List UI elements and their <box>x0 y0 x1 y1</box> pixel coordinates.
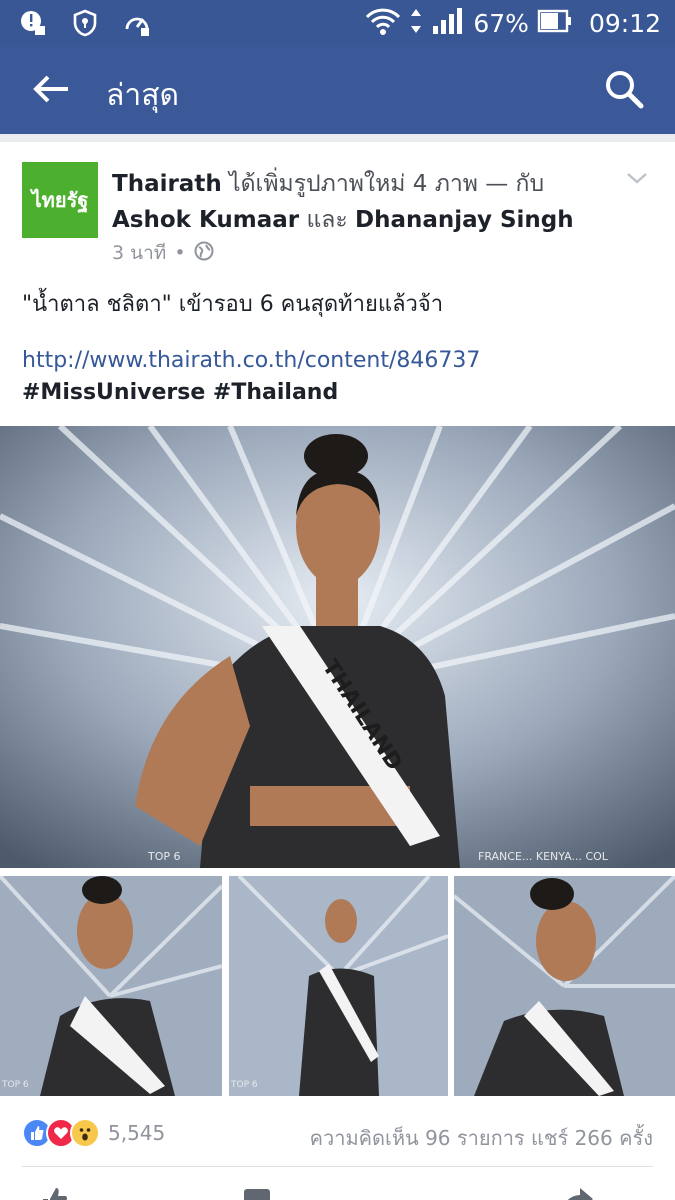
thumbnail-photo-3[interactable] <box>454 876 675 1096</box>
arrow-left-icon <box>32 74 70 108</box>
conjunction-text: และ <box>306 207 348 233</box>
status-bar: 67% 09:12 <box>0 0 675 46</box>
battery-percent: 67% <box>473 8 529 38</box>
post-hashtags[interactable]: #MissUniverse #Thailand <box>22 380 338 405</box>
search-button[interactable] <box>601 68 647 114</box>
battery-icon <box>537 8 573 38</box>
post-header-line2: Ashok Kumaar และ Dhananjay Singh <box>112 202 574 238</box>
comments-shares-stats[interactable]: ความคิดเห็น 96 รายการ แชร์ 266 ครั้ง <box>310 1122 653 1154</box>
chevron-down-icon <box>625 173 649 194</box>
alert-notification-icon <box>18 8 48 38</box>
thumbnail-caption-1: TOP 6 <box>2 1080 29 1090</box>
like-button[interactable] <box>40 1186 70 1200</box>
app-bar: ล่าสุด <box>0 46 675 134</box>
thumbs-up-icon <box>40 1186 70 1200</box>
page-avatar[interactable]: ไทยรัฐ <box>22 162 98 238</box>
post-options-button[interactable] <box>625 166 649 190</box>
comment-icon <box>242 1186 272 1200</box>
post-action-row <box>0 1176 675 1200</box>
page-name-link[interactable]: Thairath <box>112 171 222 197</box>
search-icon <box>604 69 644 113</box>
post-card: ไทยรัฐ Thairath ได้เพิ่มรูปภาพใหม่ 4 ภาพ… <box>0 142 675 1200</box>
reactions-summary[interactable]: 5,545 <box>22 1118 165 1148</box>
wow-reaction-icon <box>70 1118 100 1148</box>
page-title: ล่าสุด <box>106 78 180 113</box>
share-arrow-icon <box>560 1186 594 1200</box>
signal-icon <box>431 6 465 40</box>
post-header-line1: Thairath ได้เพิ่มรูปภาพใหม่ 4 ภาพ — กับ <box>112 166 544 202</box>
wifi-icon <box>365 6 401 40</box>
globe-icon <box>194 241 214 266</box>
post-body-text: "น้ำตาล ชลิตา" เข้ารอบ 6 คนสุดท้ายแล้วจ้… <box>22 292 444 317</box>
thumbnail-caption-2: TOP 6 <box>231 1080 258 1090</box>
shield-icon <box>70 8 100 38</box>
share-button[interactable] <box>560 1186 594 1200</box>
post-timestamp[interactable]: 3 นาที <box>112 238 166 268</box>
back-button[interactable] <box>28 68 74 114</box>
post-link[interactable]: http://www.thairath.co.th/content/846737 <box>22 348 480 373</box>
speed-gauge-icon <box>122 8 152 38</box>
divider <box>22 1166 653 1167</box>
clock-time: 09:12 <box>588 8 661 38</box>
avatar-logo-text: ไทยรัฐ <box>31 188 89 212</box>
thumbnail-photo-1[interactable]: TOP 6 <box>0 876 222 1096</box>
tagged-person-2[interactable]: Dhananjay Singh <box>355 207 574 233</box>
header-action-text: ได้เพิ่มรูปภาพใหม่ 4 ภาพ — กับ <box>229 171 545 197</box>
data-arrows-icon <box>409 6 423 40</box>
post-meta: 3 นาที • <box>112 238 214 268</box>
tagged-person-1[interactable]: Ashok Kumaar <box>112 207 299 233</box>
comment-button[interactable] <box>242 1186 272 1200</box>
meta-separator: • <box>174 242 186 264</box>
main-photo[interactable]: THAILAND TOP 6 FRANCE... KENYA... COL <box>0 426 675 868</box>
reaction-count: 5,545 <box>108 1121 166 1145</box>
photo-caption-right: FRANCE... KENYA... COL <box>478 850 608 863</box>
thumbnail-photo-2[interactable]: TOP 6 <box>229 876 448 1096</box>
photo-caption-left: TOP 6 <box>148 850 181 863</box>
